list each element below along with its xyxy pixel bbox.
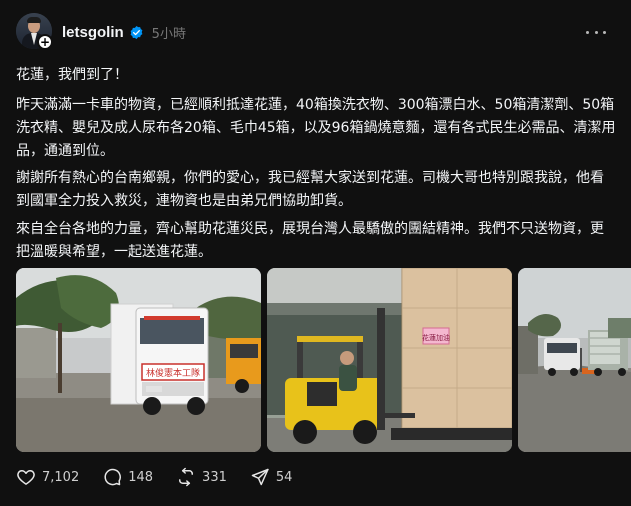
post-text-paragraph: 昨天滿滿一卡車的物資，已經順利抵達花蓮，40箱換洗衣物、300箱漂白水、50箱清… xyxy=(16,97,616,159)
more-dot-icon xyxy=(594,30,598,34)
send-icon xyxy=(251,468,269,486)
post-text-paragraph: 花蓮，我們到了！ xyxy=(16,67,128,83)
more-dot-icon xyxy=(603,30,606,34)
like-button[interactable]: 7,102 xyxy=(16,467,79,487)
follow-plus-icon[interactable]: + xyxy=(37,34,53,50)
more-options-button[interactable] xyxy=(586,24,606,40)
comment-button[interactable]: 148 xyxy=(102,467,153,487)
repost-icon xyxy=(179,467,194,487)
post-header: letsgolin 5小時 xyxy=(62,22,186,42)
post-image-forklift[interactable]: 花蓮加油 xyxy=(267,268,512,452)
comment-count: 148 xyxy=(128,469,154,485)
post-timestamp[interactable]: 5小時 xyxy=(152,23,186,42)
repost-button[interactable]: 331 xyxy=(176,467,227,487)
like-count: 7,102 xyxy=(42,469,80,485)
street-trucks-photo-icon xyxy=(518,268,631,452)
share-button[interactable]: 54 xyxy=(250,467,293,487)
post-text-paragraph: 來自全台各地的力量，齊心幫助花蓮災民，展現台灣人最驕傲的團結精神。我們不只送物資… xyxy=(16,221,604,260)
more-dot-icon xyxy=(586,30,589,34)
heart-icon xyxy=(17,470,35,485)
truck-photo-icon: 林俊憲本工隊 xyxy=(16,268,261,452)
repost-count: 331 xyxy=(202,469,227,485)
verified-badge-icon xyxy=(130,25,143,39)
username[interactable]: letsgolin xyxy=(62,24,124,41)
share-count: 54 xyxy=(275,469,293,485)
post-text-paragraph: 謝謝所有熱心的台南鄉親，你們的愛心，我已經幫大家送到花蓮。司機大哥也特別跟我說，… xyxy=(16,170,604,209)
post-image-truck[interactable]: 林俊憲本工隊 xyxy=(16,268,261,452)
comment-icon xyxy=(104,468,122,486)
forklift-photo-icon: 花蓮加油 xyxy=(267,268,512,452)
action-bar: 7,102 148 331 54 xyxy=(16,466,315,488)
threads-post: + letsgolin 5小時 花蓮，我們到了！ 昨天滿滿一卡車的物資，已經順利… xyxy=(0,0,631,506)
post-image-street-trucks[interactable] xyxy=(518,268,631,452)
truck-banner-text: 林俊憲本工隊 xyxy=(146,367,200,379)
forklift-sign-text: 花蓮加油 xyxy=(422,333,450,342)
